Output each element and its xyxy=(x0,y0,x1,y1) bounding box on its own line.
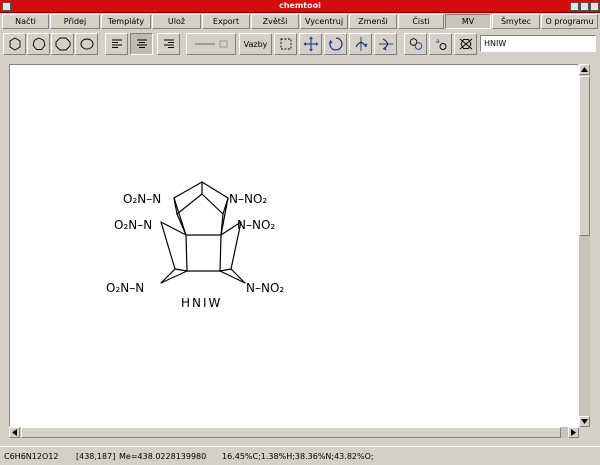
rotate-icon xyxy=(328,37,343,51)
scroll-up-arrow[interactable] xyxy=(579,64,590,75)
arrow-right-icon xyxy=(571,429,576,436)
scroll-left-arrow[interactable] xyxy=(9,427,20,438)
horizontal-scroll-thumb[interactable] xyxy=(21,427,561,438)
status-bar: C6H6N12O12 [438,187] Me=438.0228139980 1… xyxy=(0,446,600,465)
arrow-up-icon xyxy=(581,67,588,72)
menu-center[interactable]: Vycentruj xyxy=(300,14,348,29)
hexagon-icon xyxy=(9,37,20,51)
molecule-structure[interactable]: O₂N–N O₂N–N O₂N–N N–NO₂ N–NO₂ N–NO₂ HNIW xyxy=(10,65,578,426)
svg-text:a: a xyxy=(436,38,440,45)
align-right-icon xyxy=(163,39,174,48)
toolbar: Vazby a xyxy=(0,30,600,58)
octagon-button[interactable] xyxy=(51,33,74,55)
minimize-button[interactable] xyxy=(570,2,579,11)
no2-group-top-left: O₂N–N xyxy=(123,192,161,206)
move-button[interactable] xyxy=(299,33,322,55)
align-left-button[interactable] xyxy=(105,33,128,55)
no2-group-top-right: N–NO₂ xyxy=(229,192,267,206)
ring-button[interactable] xyxy=(75,33,98,55)
menu-export[interactable]: Export xyxy=(202,14,250,29)
paste-button[interactable]: a xyxy=(429,33,452,55)
move-icon xyxy=(303,36,318,52)
bond-type-button[interactable] xyxy=(186,33,236,55)
drawing-canvas[interactable]: O₂N–N O₂N–N O₂N–N N–NO₂ N–NO₂ N–NO₂ HNIW xyxy=(9,64,579,427)
close-button[interactable] xyxy=(590,2,599,11)
flip-horizontal-icon xyxy=(354,37,367,51)
octagon-small-icon xyxy=(80,38,93,50)
menu-save[interactable]: Ulož xyxy=(152,14,201,29)
align-center-button[interactable] xyxy=(130,33,153,55)
menu-zoom-out[interactable]: Zmenši xyxy=(349,14,397,29)
scroll-down-arrow[interactable] xyxy=(579,416,590,427)
erase-icon xyxy=(459,38,472,50)
align-right-button[interactable] xyxy=(157,33,180,55)
heptagon-icon xyxy=(32,37,45,50)
no2-group-mid-left: O₂N–N xyxy=(114,218,152,232)
no2-group-bottom-left: O₂N–N xyxy=(106,281,144,295)
menu-bar: Načti Přidej Templáty Ulož Export Zvětši… xyxy=(0,13,600,30)
status-composition: 16.45%C;1.38%H;38.36%N;43.82%O; xyxy=(222,452,374,461)
menu-mv[interactable]: MV xyxy=(445,14,491,29)
flip-vertical-button[interactable] xyxy=(374,33,397,55)
select-button[interactable] xyxy=(274,33,297,55)
paste-icon: a xyxy=(436,38,446,50)
status-coords: [438,187] xyxy=(76,452,116,461)
arrow-left-icon xyxy=(12,429,17,436)
status-formula: C6H6N12O12 xyxy=(4,452,59,461)
vertical-scroll-thumb[interactable] xyxy=(579,76,590,236)
menu-templates[interactable]: Templáty xyxy=(101,14,151,29)
menu-smytec[interactable]: Šmytec xyxy=(492,14,540,29)
heptagon-button[interactable] xyxy=(27,33,50,55)
status-mass: Me=438.0228139980 xyxy=(119,452,207,461)
flip-horizontal-button[interactable] xyxy=(349,33,372,55)
menu-add[interactable]: Přidej xyxy=(50,14,100,29)
molecule-name-label: HNIW xyxy=(181,296,222,310)
window-title: chemtool xyxy=(279,1,321,10)
no2-group-bottom-right: N–NO₂ xyxy=(246,281,284,295)
align-left-icon xyxy=(111,39,122,48)
vertical-scrollbar[interactable] xyxy=(579,64,590,427)
copy-icon xyxy=(409,38,422,50)
arrow-down-icon xyxy=(581,419,588,424)
molecule-name-input[interactable] xyxy=(480,35,596,52)
hexagon-button[interactable] xyxy=(3,33,26,55)
align-center-icon xyxy=(136,39,147,48)
menu-clear[interactable]: Čisti xyxy=(398,14,444,29)
erase-button[interactable] xyxy=(454,33,477,55)
no2-group-mid-right: N–NO₂ xyxy=(237,218,275,232)
maximize-button[interactable] xyxy=(580,2,589,11)
menu-load[interactable]: Načti xyxy=(2,14,49,29)
select-rect-icon xyxy=(280,38,291,50)
bond-dash-icon xyxy=(195,40,228,48)
title-bar: chemtool xyxy=(0,0,600,13)
flip-vertical-icon xyxy=(378,38,393,51)
rotate-button[interactable] xyxy=(324,33,347,55)
octagon-icon xyxy=(55,37,70,51)
copy-button[interactable] xyxy=(404,33,427,55)
bonds-button[interactable]: Vazby xyxy=(239,33,272,55)
menu-zoom-in[interactable]: Zvětši xyxy=(251,14,299,29)
scroll-right-arrow[interactable] xyxy=(568,427,579,438)
horizontal-scrollbar[interactable] xyxy=(9,427,579,438)
menu-about[interactable]: O programu xyxy=(541,14,598,29)
